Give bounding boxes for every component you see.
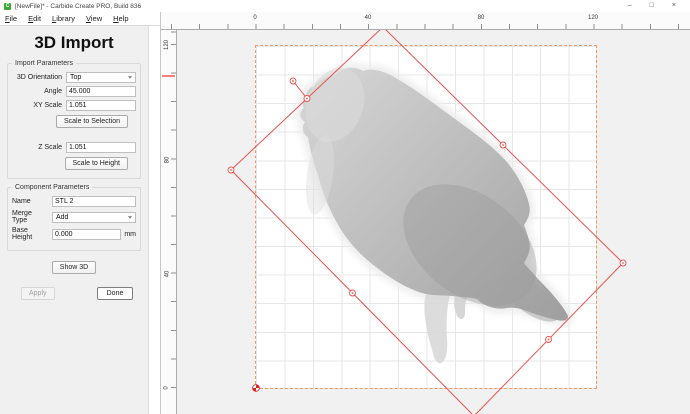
show-3d-button[interactable]: Show 3D	[52, 261, 96, 274]
angle-input[interactable]	[66, 86, 136, 97]
maximize-button[interactable]: □	[650, 0, 654, 12]
menu-edit[interactable]: Edit	[28, 14, 41, 23]
minimize-button[interactable]: –	[628, 0, 632, 12]
merge-type-select[interactable]: Add	[52, 212, 136, 223]
menu-file[interactable]: File	[5, 14, 17, 23]
close-button[interactable]: ×	[672, 0, 676, 12]
menu-view[interactable]: View	[86, 14, 102, 23]
ruler-y-label: 120	[162, 34, 172, 56]
ruler-y-label: 40	[162, 263, 172, 285]
ruler-cursor-marker	[162, 75, 175, 77]
menu-library[interactable]: Library	[52, 14, 75, 23]
scale-to-height-button[interactable]: Scale to Height	[65, 157, 128, 170]
apply-button[interactable]: Apply	[21, 287, 55, 300]
menu-help[interactable]: Help	[113, 14, 128, 23]
xy-scale-input[interactable]	[66, 100, 136, 111]
ruler-x-label: 0	[253, 15, 256, 21]
component-parameters-legend: Component Parameters	[12, 184, 92, 191]
heightmap-image[interactable]	[296, 60, 568, 363]
horizontal-ruler-ticks	[161, 24, 690, 29]
z-scale-input[interactable]	[66, 142, 136, 153]
ruler-x-label: 120	[588, 15, 598, 21]
app-icon: C	[4, 3, 11, 10]
application-window: C [NewFile]* - Carbide Create PRO, Build…	[0, 0, 690, 414]
import-parameters-legend: Import Parameters	[12, 60, 76, 67]
orientation-select[interactable]: Top	[66, 72, 136, 83]
merge-type-label: Merge Type	[12, 210, 52, 224]
base-height-unit: mm	[124, 231, 136, 238]
orientation-label: 3D Orientation	[12, 74, 66, 81]
base-height-input[interactable]	[52, 229, 121, 240]
ruler-y-label: 0	[162, 377, 172, 399]
sidebar-scrollbar-track[interactable]	[148, 26, 160, 414]
xy-scale-label: XY Scale	[12, 102, 66, 109]
action-row: Apply Done	[7, 287, 141, 300]
ruler-x-label: 80	[478, 15, 485, 21]
menu-bar: File Edit Library View Help	[0, 12, 160, 26]
angle-label: Angle	[12, 88, 66, 95]
page-title: 3D Import	[7, 33, 141, 53]
import-parameters-group: Import Parameters 3D Orientation Top Ang…	[7, 63, 141, 179]
horizontal-ruler: 0 40 80 120	[161, 12, 690, 30]
vertical-ruler: 120 80 40 0	[161, 30, 177, 414]
name-input[interactable]	[52, 196, 136, 207]
window-title: [NewFile]* - Carbide Create PRO, Build 8…	[15, 3, 141, 10]
orientation-value: Top	[70, 74, 81, 81]
vertical-ruler-ticks	[171, 30, 176, 414]
design-canvas[interactable]	[177, 30, 690, 414]
scale-to-selection-button[interactable]: Scale to Selection	[56, 115, 128, 128]
name-label: Name	[12, 198, 52, 205]
merge-type-value: Add	[56, 214, 68, 221]
ruler-y-label: 80	[162, 149, 172, 171]
base-height-label: Base Height	[12, 227, 52, 241]
chevron-down-icon	[128, 76, 132, 79]
done-button[interactable]: Done	[97, 287, 133, 300]
origin-marker[interactable]	[253, 385, 260, 392]
chevron-down-icon	[128, 216, 132, 219]
window-controls: – □ ×	[628, 0, 690, 12]
canvas-overlay	[177, 30, 690, 414]
sidebar-3d-import: 3D Import Import Parameters 3D Orientati…	[0, 26, 148, 414]
ruler-x-label: 40	[365, 15, 372, 21]
component-parameters-group: Component Parameters Name Merge Type Add…	[7, 187, 141, 251]
z-scale-label: Z Scale	[12, 144, 66, 151]
